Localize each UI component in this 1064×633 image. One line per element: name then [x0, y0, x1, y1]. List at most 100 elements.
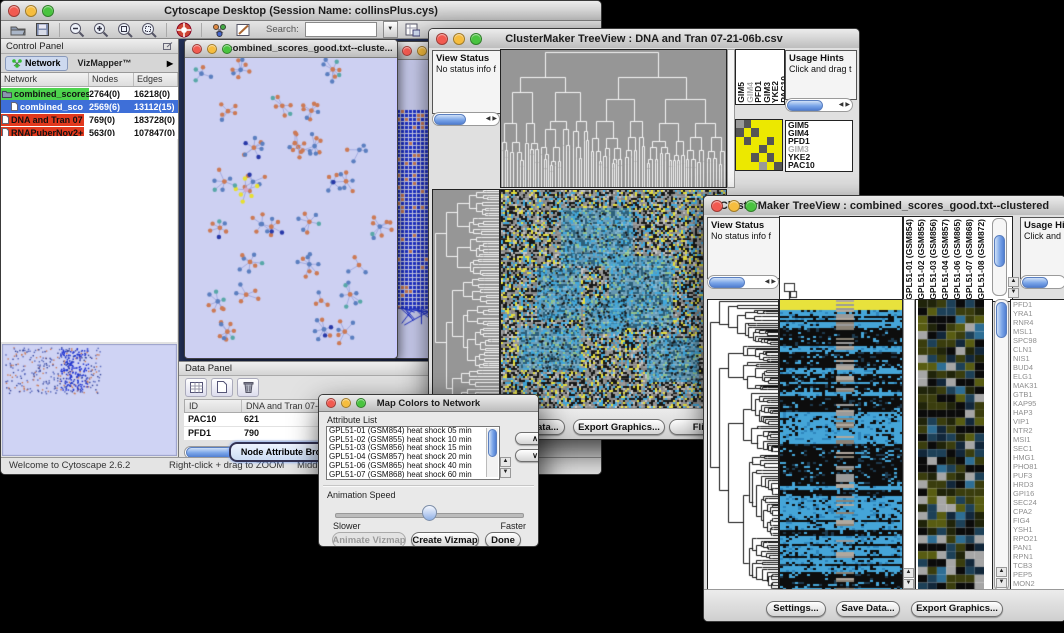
matrix-cell[interactable]	[774, 137, 782, 145]
gene-label[interactable]: GTB1	[1011, 390, 1064, 399]
zoom-selected-icon[interactable]	[140, 22, 158, 38]
matrix-cell[interactable]	[759, 145, 767, 153]
minimize-button[interactable]	[25, 5, 37, 17]
gene-label[interactable]: PAC10	[786, 161, 852, 169]
tab-network[interactable]: Network	[5, 56, 68, 71]
zoom-button[interactable]	[222, 44, 232, 54]
treeview-button[interactable]: Export Graphics...	[573, 419, 665, 435]
gene-label[interactable]: CPA2	[1011, 507, 1064, 516]
minimize-button[interactable]	[453, 33, 465, 45]
matrix-cell[interactable]	[751, 120, 759, 128]
submatrix-heatmap[interactable]	[735, 119, 783, 171]
column-label[interactable]: GPL51-08 (GSM872)	[977, 219, 989, 300]
close-button[interactable]	[436, 33, 448, 45]
scroll-up-icon[interactable]: ▲	[500, 457, 511, 467]
usage-hints-hscrollbar[interactable]: ◀ ▶	[785, 98, 853, 112]
main-titlebar[interactable]: Cytoscape Desktop (Session Name: collins…	[1, 1, 601, 21]
gene-label[interactable]: ELG1	[1011, 372, 1064, 381]
new-attribute-icon[interactable]	[211, 378, 233, 397]
move-up-button[interactable]: ∧	[515, 432, 539, 445]
network-row[interactable]: DNA and Tran 07 769(0) 183728(0)	[1, 113, 178, 126]
matrix-cell[interactable]	[759, 153, 767, 161]
gene-label[interactable]: NTR2	[1011, 426, 1064, 435]
gene-label[interactable]: GPI16	[1011, 489, 1064, 498]
usage-hints-hscrollbar[interactable]	[1020, 275, 1064, 289]
network-row[interactable]: combined_sco 2569(6) 13112(15)	[1, 100, 178, 113]
gene-label[interactable]: PUF3	[1011, 471, 1064, 480]
minimize-button[interactable]	[207, 44, 217, 54]
subheatmap-right-vscrollbar[interactable]: ▲ ▼	[994, 299, 1009, 591]
gene-label[interactable]: RPN1	[1011, 552, 1064, 561]
dialog-button[interactable]: Create Vizmap	[411, 532, 479, 547]
matrix-cell[interactable]	[744, 162, 752, 170]
matrix-cell[interactable]	[767, 153, 775, 161]
gene-label[interactable]: TCB3	[1011, 561, 1064, 570]
gene-label[interactable]: YRA1	[1011, 309, 1064, 318]
matrix-cell[interactable]	[767, 128, 775, 136]
scroll-up-icon[interactable]: ▲	[903, 568, 914, 578]
close-button[interactable]	[711, 200, 723, 212]
matrix-cell[interactable]	[759, 162, 767, 170]
matrix-cell[interactable]	[744, 153, 752, 161]
col-nodes[interactable]: Nodes	[89, 73, 134, 86]
dendrogram-vscrollbar[interactable]	[727, 49, 735, 188]
open-icon[interactable]	[9, 22, 27, 38]
save-icon[interactable]	[33, 22, 51, 38]
column-labels-vscrollbar[interactable]	[992, 218, 1007, 296]
gene-label[interactable]: KAP95	[1011, 399, 1064, 408]
gene-label[interactable]: HRD3	[1011, 480, 1064, 489]
close-button[interactable]	[402, 46, 412, 56]
scrollbar-thumb[interactable]	[1022, 277, 1048, 288]
close-button[interactable]	[326, 398, 336, 408]
matrix-cell[interactable]	[744, 137, 752, 145]
gene-label[interactable]: MAK31	[1011, 381, 1064, 390]
close-button[interactable]	[8, 5, 20, 17]
gene-label[interactable]: FIG4	[1011, 516, 1064, 525]
gene-label[interactable]: HAP3	[1011, 408, 1064, 417]
gene-label[interactable]: MSL1	[1011, 327, 1064, 336]
scroll-up-icon[interactable]: ▲	[996, 567, 1007, 577]
gene-label[interactable]: CLN1	[1011, 345, 1064, 354]
zoom-button[interactable]	[470, 33, 482, 45]
col-id[interactable]: ID	[185, 400, 242, 412]
network-row[interactable]: combined_scores 2764(0) 16218(0)	[1, 87, 178, 100]
matrix-cell[interactable]	[736, 145, 744, 153]
matrix-cell[interactable]	[759, 128, 767, 136]
matrix-cell[interactable]	[751, 128, 759, 136]
listbox-vscrollbar[interactable]	[486, 428, 498, 477]
treeview-button[interactable]: Settings...	[766, 601, 826, 617]
scroll-down-icon[interactable]: ▼	[996, 578, 1007, 588]
scrollbar-thumb[interactable]	[787, 100, 823, 111]
column-dendrogram[interactable]	[500, 49, 727, 188]
gene-label[interactable]: SEC24	[1011, 498, 1064, 507]
close-button[interactable]	[192, 44, 202, 54]
treeview-button[interactable]: Export Graphics...	[911, 601, 1003, 617]
matrix-cell[interactable]	[774, 153, 782, 161]
matrix-cell[interactable]	[751, 137, 759, 145]
matrix-cell[interactable]	[759, 137, 767, 145]
zoom-fit-icon[interactable]	[116, 22, 134, 38]
zoom-heatmap[interactable]	[918, 300, 984, 590]
gene-label[interactable]: VIP1	[1011, 417, 1064, 426]
scroll-left-icon[interactable]: ◀	[765, 279, 770, 285]
search-dropdown-arrow[interactable]: ▼	[383, 21, 398, 38]
matrix-cell[interactable]	[774, 128, 782, 136]
zoom-button[interactable]	[42, 5, 54, 17]
matrix-cell[interactable]	[736, 162, 744, 170]
matrix-cell[interactable]	[744, 145, 752, 153]
export-table-icon[interactable]	[404, 22, 422, 38]
scroll-down-icon[interactable]: ▼	[1008, 288, 1019, 298]
matrix-cell[interactable]	[759, 120, 767, 128]
col-network[interactable]: Network	[1, 73, 89, 86]
scroll-right-icon[interactable]: ▶	[771, 279, 776, 285]
attribute-listbox[interactable]: GPL51-01 (GSM854) heat shock 05 minGPL51…	[326, 426, 500, 480]
tab-overflow-arrow[interactable]: ▶	[167, 59, 173, 68]
network-canvas[interactable]	[185, 58, 395, 357]
float-panel-icon[interactable]	[163, 42, 173, 51]
gene-label[interactable]: RPO21	[1011, 534, 1064, 543]
col-edges[interactable]: Edges	[134, 73, 178, 86]
matrix-cell[interactable]	[774, 120, 782, 128]
matrix-cell[interactable]	[774, 145, 782, 153]
gene-label[interactable]: PHO81	[1011, 462, 1064, 471]
matrix-cell[interactable]	[751, 162, 759, 170]
